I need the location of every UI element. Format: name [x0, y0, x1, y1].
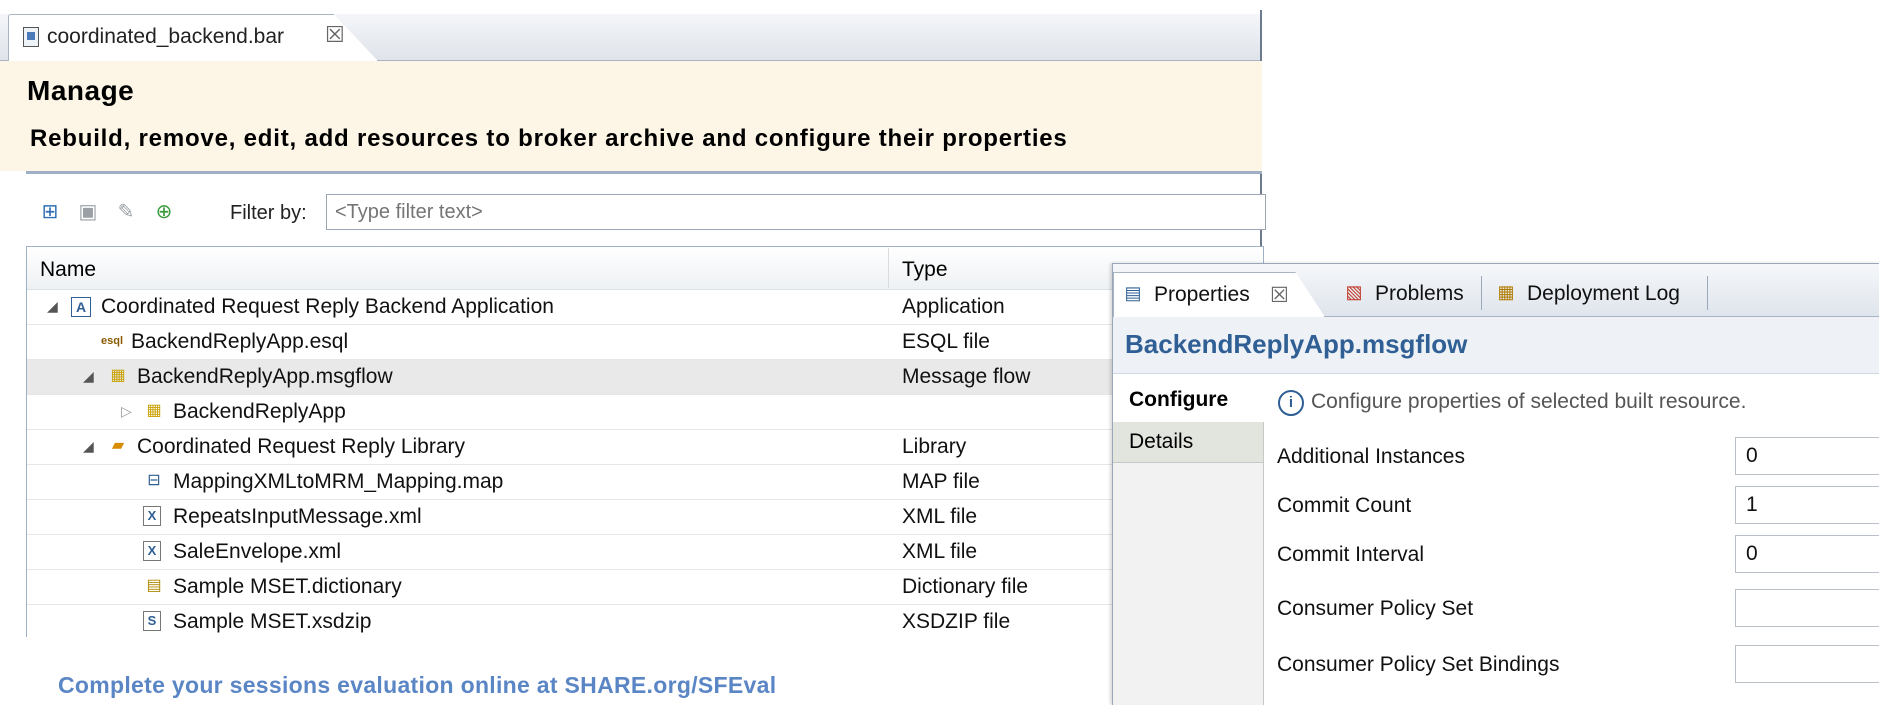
- page-description: Rebuild, remove, edit, add resources to …: [30, 125, 1068, 152]
- side-tab-label: Details: [1129, 430, 1194, 453]
- filter-input[interactable]: [326, 194, 1266, 230]
- esql-file-icon: esql: [101, 335, 124, 347]
- xsdzip-file-icon: S: [143, 611, 161, 631]
- tree-toolbar: ⊞ ▣ ✎ ⊕ Filter by:: [0, 192, 1266, 236]
- tab-problems[interactable]: ▧ Problems: [1335, 272, 1481, 316]
- close-tab-icon[interactable]: ☒: [325, 22, 345, 48]
- column-header-type[interactable]: Type: [902, 258, 948, 282]
- field-label-commit-interval: Commit Interval: [1277, 543, 1425, 566]
- tree-row[interactable]: ▤ Sample MSET.dictionary Dictionary file: [27, 570, 1262, 605]
- tab-label: Problems: [1375, 282, 1464, 305]
- expanded-twisty-icon[interactable]: ◢: [83, 438, 94, 455]
- tree-row[interactable]: X SaleEnvelope.xml XML file: [27, 535, 1262, 570]
- tree-row[interactable]: X RepeatsInputMessage.xml XML file: [27, 500, 1262, 535]
- tab-properties[interactable]: ▤ Properties ☒: [1113, 272, 1325, 317]
- tab-label: Properties: [1154, 283, 1250, 306]
- page-title: Manage: [27, 75, 135, 106]
- row-name: BackendReplyApp: [173, 400, 346, 423]
- consumer-policy-set-bindings-field[interactable]: [1735, 645, 1879, 683]
- problems-icon: ▧: [1345, 282, 1363, 302]
- tab-divider: [1481, 276, 1482, 310]
- row-type: XSDZIP file: [902, 610, 1011, 633]
- header-divider: [26, 171, 1262, 174]
- xml-file-icon: X: [143, 541, 161, 561]
- deployment-log-icon: ▦: [1497, 282, 1515, 302]
- row-name: Coordinated Request Reply Backend Applic…: [101, 295, 554, 318]
- tree-row[interactable]: ◢ ▦ BackendReplyApp.msgflow Message flow: [27, 360, 1262, 395]
- row-type: XML file: [902, 505, 978, 528]
- application-icon: A: [71, 297, 91, 317]
- row-type: Library: [902, 435, 967, 458]
- field-label-consumer-policy-set: Consumer Policy Set: [1277, 597, 1474, 620]
- remove-icon[interactable]: ▣: [76, 200, 100, 224]
- properties-view: ▤ Properties ☒ ▧ Problems ▦ Deployment L…: [1112, 263, 1879, 705]
- row-type: ESQL file: [902, 330, 990, 353]
- info-message: Configure properties of selected built r…: [1311, 390, 1747, 413]
- row-type: Message flow: [902, 365, 1031, 388]
- tree-row[interactable]: ◢ A Coordinated Request Reply Backend Ap…: [27, 290, 1262, 325]
- library-icon: ▰: [111, 437, 125, 454]
- expanded-twisty-icon[interactable]: ◢: [47, 298, 58, 315]
- row-name: Coordinated Request Reply Library: [137, 435, 466, 458]
- side-tab-details[interactable]: Details: [1113, 422, 1263, 463]
- commit-count-field[interactable]: [1735, 486, 1879, 524]
- row-name: BackendReplyApp.esql: [131, 330, 349, 353]
- tree-header: [27, 247, 1262, 290]
- row-name: Sample MSET.dictionary: [173, 575, 402, 598]
- bar-file-icon: [23, 27, 39, 47]
- tree-row[interactable]: ◢ ▰ Coordinated Request Reply Library Li…: [27, 430, 1262, 465]
- message-flow-icon: ▦: [110, 367, 126, 384]
- tab-deployment-log[interactable]: ▦ Deployment Log: [1487, 272, 1707, 316]
- additional-instances-field[interactable]: [1735, 437, 1879, 475]
- tree-row[interactable]: esql BackendReplyApp.esql ESQL file: [27, 325, 1262, 360]
- filter-label: Filter by:: [230, 202, 307, 224]
- row-type: Application: [902, 295, 1005, 318]
- column-header-name[interactable]: Name: [40, 258, 96, 282]
- row-name: Sample MSET.xsdzip: [173, 610, 372, 633]
- field-label-additional-instances: Additional Instances: [1277, 445, 1465, 468]
- dictionary-file-icon: ▤: [146, 577, 162, 594]
- footer-text: Complete your sessions evaluation online…: [58, 672, 777, 698]
- edit-icon[interactable]: ✎: [114, 200, 138, 224]
- xml-file-icon: X: [143, 506, 161, 526]
- add-resource-icon[interactable]: ⊕: [152, 200, 176, 224]
- message-flow-icon: ▦: [146, 402, 162, 419]
- row-name: BackendReplyApp.msgflow: [137, 365, 393, 388]
- expand-all-icon[interactable]: ⊞: [38, 200, 62, 224]
- column-header-divider[interactable]: [888, 248, 889, 288]
- editor-tab-bar-file[interactable]: coordinated_backend.bar ☒: [8, 14, 378, 61]
- field-label-commit-count: Commit Count: [1277, 494, 1412, 517]
- row-name: MappingXMLtoMRM_Mapping.map: [173, 470, 504, 493]
- map-file-icon: ⊟: [147, 472, 161, 489]
- tree-row[interactable]: S Sample MSET.xsdzip XSDZIP file: [27, 605, 1262, 639]
- tree-row[interactable]: ⊟ MappingXMLtoMRM_Mapping.map MAP file: [27, 465, 1262, 500]
- tree-row[interactable]: ▷ ▦ BackendReplyApp: [27, 395, 1262, 430]
- row-name: RepeatsInputMessage.xml: [173, 505, 422, 528]
- manage-header: Manage Rebuild, remove, edit, add resour…: [0, 61, 1262, 171]
- row-type: XML file: [902, 540, 978, 563]
- field-label-consumer-policy-set-bindings: Consumer Policy Set Bindings: [1277, 653, 1560, 676]
- close-tab-icon[interactable]: ☒: [1270, 283, 1289, 308]
- side-tab-configure[interactable]: Configure: [1113, 374, 1264, 423]
- side-tab-label: Configure: [1129, 388, 1229, 411]
- expanded-twisty-icon[interactable]: ◢: [83, 368, 94, 385]
- bar-editor: coordinated_backend.bar ☒ Manage Rebuild…: [0, 0, 1266, 639]
- properties-title: BackendReplyApp.msgflow: [1125, 329, 1468, 359]
- row-type: Dictionary file: [902, 575, 1029, 598]
- properties-title-bar: BackendReplyApp.msgflow: [1113, 317, 1879, 374]
- row-type: MAP file: [902, 470, 980, 493]
- commit-interval-field[interactable]: [1735, 535, 1879, 573]
- collapsed-twisty-icon[interactable]: ▷: [121, 403, 132, 420]
- editor-tab-bar: coordinated_backend.bar ☒: [0, 14, 1262, 61]
- tab-divider: [1707, 276, 1708, 310]
- view-tab-bar: ▤ Properties ☒ ▧ Problems ▦ Deployment L…: [1113, 264, 1879, 317]
- properties-icon: ▤: [1124, 283, 1142, 303]
- row-name: SaleEnvelope.xml: [173, 540, 342, 563]
- info-icon: i: [1278, 390, 1304, 416]
- editor-tab-label: coordinated_backend.bar: [47, 25, 285, 48]
- tab-label: Deployment Log: [1527, 282, 1680, 305]
- consumer-policy-set-field[interactable]: [1735, 589, 1879, 627]
